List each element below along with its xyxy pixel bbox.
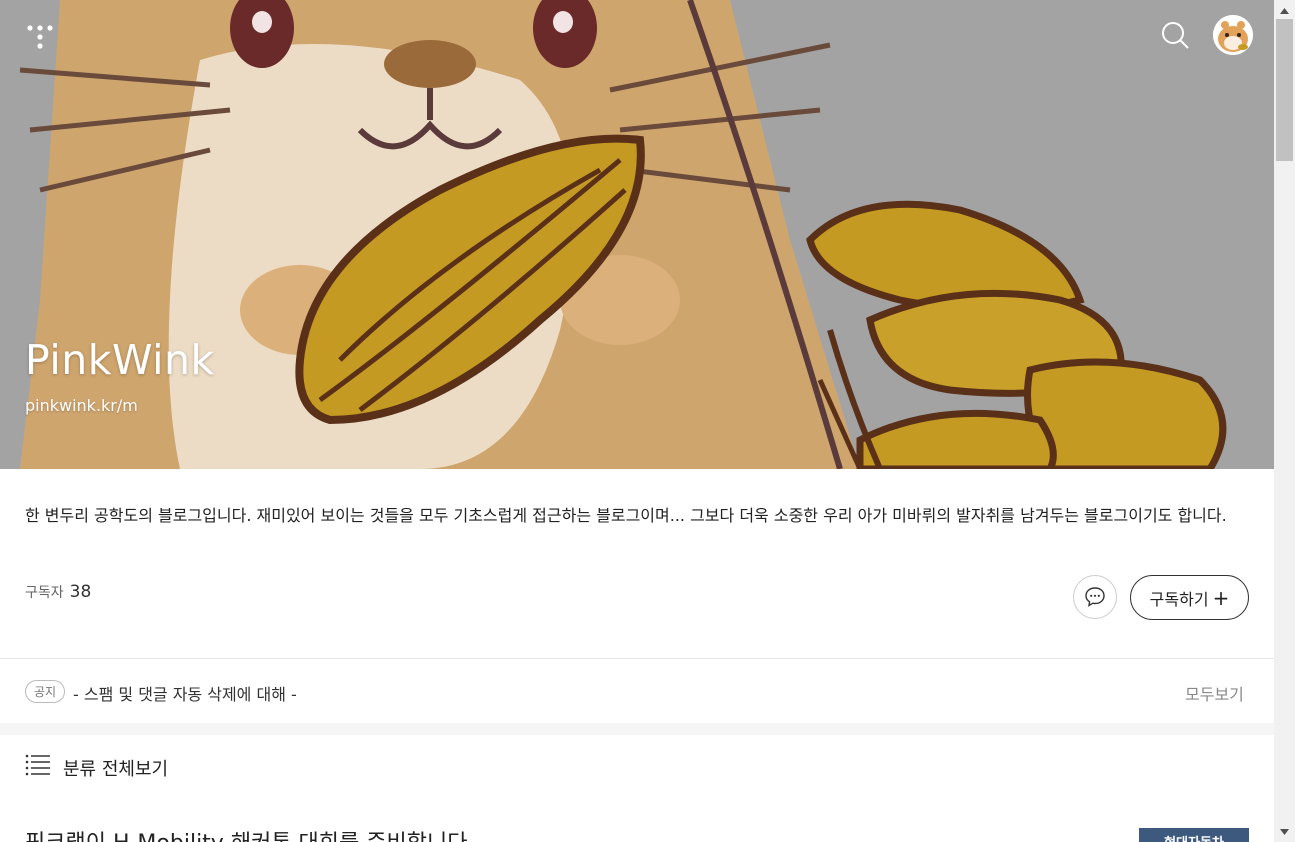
section-gap (0, 723, 1274, 735)
post-title[interactable]: 핑크랩이 H-Mobility 해커톤 대회를 준비합니다 (25, 825, 467, 842)
post-thumbnail-text: 현대자동차 (1164, 832, 1224, 842)
list-icon[interactable] (25, 754, 51, 776)
plus-icon: + (1212, 585, 1230, 610)
scroll-up-arrow-icon[interactable] (1274, 0, 1295, 21)
view-all-link[interactable]: 모두보기 (1185, 681, 1244, 705)
post-thumbnail[interactable]: 현대자동차 (1139, 828, 1249, 842)
subscriber-count: 구독자 38 (25, 582, 91, 602)
hero-cover: PinkWink pinkwink.kr/m (0, 0, 1274, 469)
subscriber-label: 구독자 (25, 585, 64, 601)
blog-url-link[interactable]: pinkwink.kr/m (25, 396, 138, 415)
speech-bubble-icon (1085, 587, 1105, 607)
notice-badge: 공지 (25, 680, 66, 703)
hero-overlay (0, 0, 1274, 469)
search-icon[interactable] (1160, 20, 1190, 50)
scroll-down-arrow-icon[interactable] (1274, 821, 1295, 842)
subscriber-number: 38 (69, 582, 92, 602)
user-avatar[interactable] (1213, 15, 1253, 55)
subscribe-button[interactable]: 구독하기 + (1130, 575, 1249, 620)
category-all-link[interactable]: 분류 전체보기 (63, 755, 168, 781)
vertical-scrollbar[interactable] (1274, 0, 1295, 842)
dots-menu-icon[interactable] (24, 22, 56, 54)
blog-description: 한 변두리 공학도의 블로그입니다. 재미있어 보이는 것들을 모두 기초스럽게… (25, 506, 1227, 525)
scrollbar-thumb[interactable] (1276, 19, 1293, 161)
blog-page: PinkWink pinkwink.kr/m 한 변두리 공학도의 블로그입니다… (0, 0, 1274, 842)
subscribe-label: 구독하기 (1149, 589, 1209, 609)
section-divider (0, 658, 1274, 659)
blog-title[interactable]: PinkWink (25, 336, 215, 384)
guestbook-button[interactable] (1073, 575, 1117, 619)
notice-link[interactable]: - 스팸 및 댓글 자동 삭제에 대해 - (73, 681, 297, 705)
